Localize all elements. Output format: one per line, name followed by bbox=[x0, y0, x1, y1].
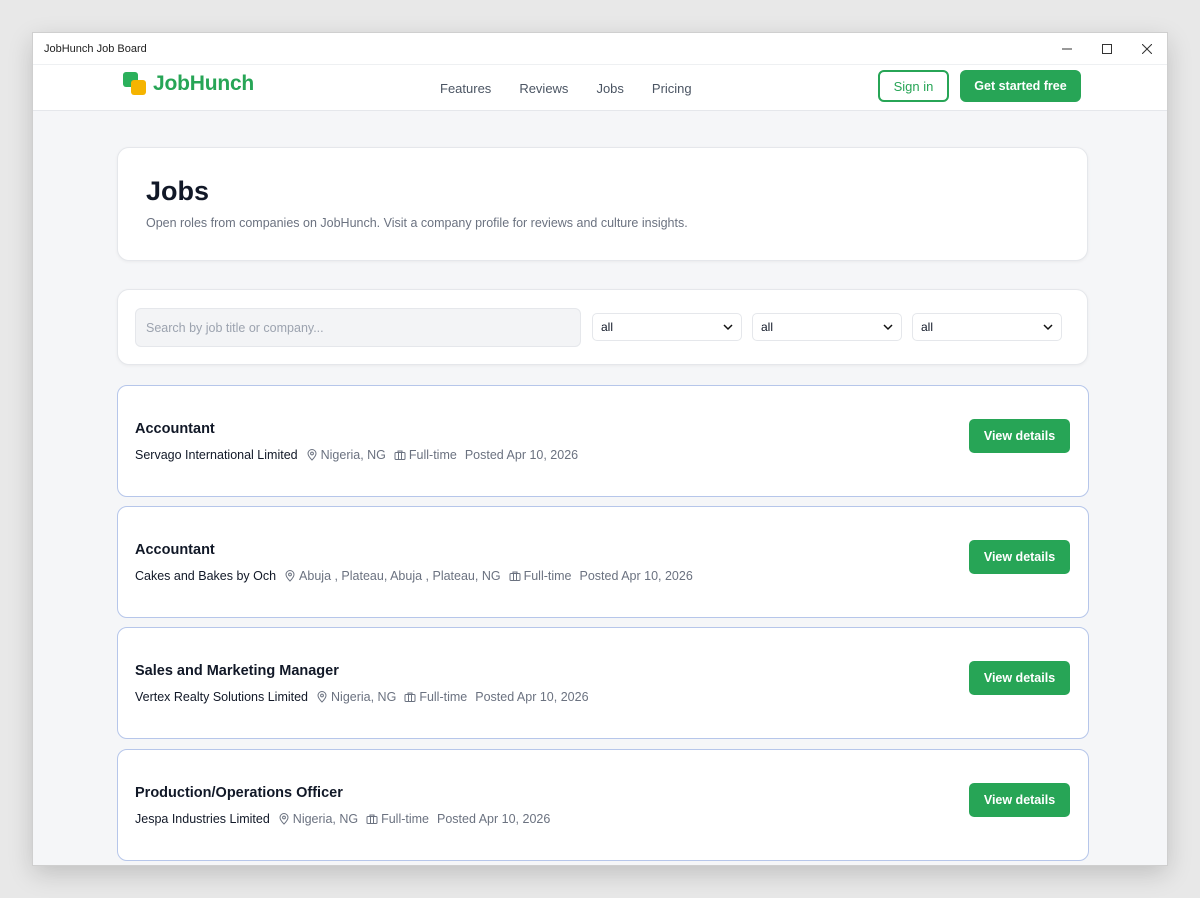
job-location: Nigeria, NG bbox=[292, 812, 359, 826]
filter-select-value: all bbox=[921, 320, 934, 334]
job-title[interactable]: Production/Operations Officer bbox=[135, 785, 343, 801]
page-subtitle: Open roles from companies on JobHunch. V… bbox=[146, 216, 688, 230]
filter-bar: Search by job title or company... all al… bbox=[117, 289, 1088, 365]
filter-select-value: all bbox=[601, 320, 614, 334]
filter-select-2[interactable]: all bbox=[752, 313, 902, 341]
job-company[interactable]: Cakes and Bakes by Och bbox=[135, 569, 276, 583]
nav-link-pricing[interactable]: Pricing bbox=[652, 81, 692, 96]
briefcase-icon bbox=[394, 449, 406, 461]
job-card: Sales and Marketing Manager Vertex Realt… bbox=[117, 627, 1089, 739]
nav-link-features[interactable]: Features bbox=[440, 81, 491, 96]
chevron-down-icon bbox=[883, 324, 893, 331]
briefcase-icon bbox=[366, 813, 378, 825]
job-card: Accountant Servago International Limited… bbox=[117, 385, 1089, 497]
job-company[interactable]: Jespa Industries Limited bbox=[135, 812, 270, 826]
brand-name: JobHunch bbox=[153, 72, 255, 95]
job-location: Nigeria, NG bbox=[320, 448, 386, 462]
job-location: Abuja , Plateau, Abuja , Plateau, NG bbox=[299, 569, 501, 583]
job-posted: Posted Apr 10, 2026 bbox=[437, 812, 551, 826]
filter-select-1[interactable]: all bbox=[592, 313, 742, 341]
minimize-icon[interactable] bbox=[1047, 33, 1087, 64]
view-details-button[interactable]: View details bbox=[969, 661, 1070, 695]
sign-in-button[interactable]: Sign in bbox=[878, 70, 949, 102]
view-details-button[interactable]: View details bbox=[969, 783, 1070, 817]
job-meta: Vertex Realty Solutions Limited Nigeria,… bbox=[135, 690, 589, 704]
search-input[interactable]: Search by job title or company... bbox=[135, 308, 581, 347]
filter-select-3[interactable]: all bbox=[912, 313, 1062, 341]
view-details-button[interactable]: View details bbox=[969, 540, 1070, 574]
nav-link-reviews[interactable]: Reviews bbox=[519, 81, 568, 96]
job-meta: Servago International Limited Nigeria, N… bbox=[135, 448, 578, 462]
window-controls bbox=[1047, 33, 1167, 64]
logo-mark-icon bbox=[123, 72, 147, 96]
title-bar: JobHunch Job Board bbox=[33, 33, 1167, 64]
close-icon[interactable] bbox=[1127, 33, 1167, 64]
page-header-card: Jobs Open roles from companies on JobHun… bbox=[117, 147, 1088, 261]
job-company[interactable]: Vertex Realty Solutions Limited bbox=[135, 690, 308, 704]
job-meta: Jespa Industries Limited Nigeria, NG Ful… bbox=[135, 812, 550, 826]
chevron-down-icon bbox=[723, 324, 733, 331]
job-location: Nigeria, NG bbox=[331, 690, 397, 704]
job-type: Full-time bbox=[381, 812, 430, 826]
maximize-icon[interactable] bbox=[1087, 33, 1127, 64]
job-type: Full-time bbox=[523, 569, 572, 583]
view-details-button[interactable]: View details bbox=[969, 419, 1070, 453]
job-type: Full-time bbox=[419, 690, 468, 704]
brand-logo[interactable]: JobHunch bbox=[123, 72, 254, 96]
map-pin-icon bbox=[316, 691, 328, 703]
job-title[interactable]: Sales and Marketing Manager bbox=[135, 663, 339, 679]
job-posted: Posted Apr 10, 2026 bbox=[475, 690, 589, 704]
job-posted: Posted Apr 10, 2026 bbox=[579, 569, 693, 583]
nav-link-jobs[interactable]: Jobs bbox=[596, 81, 623, 96]
job-company[interactable]: Servago International Limited bbox=[135, 448, 298, 462]
filter-select-value: all bbox=[761, 320, 774, 334]
get-started-button[interactable]: Get started free bbox=[960, 70, 1081, 102]
app-window: JobHunch Job Board JobHunch Features Rev… bbox=[33, 33, 1167, 865]
nav-links: Features Reviews Jobs Pricing bbox=[440, 65, 692, 111]
map-pin-icon bbox=[278, 813, 290, 825]
page-title: Jobs bbox=[146, 176, 210, 206]
job-title[interactable]: Accountant bbox=[135, 421, 215, 437]
chevron-down-icon bbox=[1043, 324, 1053, 331]
job-type: Full-time bbox=[408, 448, 457, 462]
job-posted: Posted Apr 10, 2026 bbox=[464, 448, 579, 462]
map-pin-icon bbox=[306, 449, 318, 461]
job-card: Production/Operations Officer Jespa Indu… bbox=[117, 749, 1089, 861]
job-card: Accountant Cakes and Bakes by Och Abuja … bbox=[117, 506, 1089, 618]
job-title[interactable]: Accountant bbox=[135, 542, 215, 558]
map-pin-icon bbox=[284, 570, 296, 582]
briefcase-icon bbox=[509, 570, 521, 582]
job-meta: Cakes and Bakes by Och Abuja , Plateau, … bbox=[135, 569, 693, 583]
window-title: JobHunch Job Board bbox=[44, 42, 147, 55]
top-navbar: JobHunch Features Reviews Jobs Pricing S… bbox=[33, 64, 1167, 111]
briefcase-icon bbox=[404, 691, 416, 703]
